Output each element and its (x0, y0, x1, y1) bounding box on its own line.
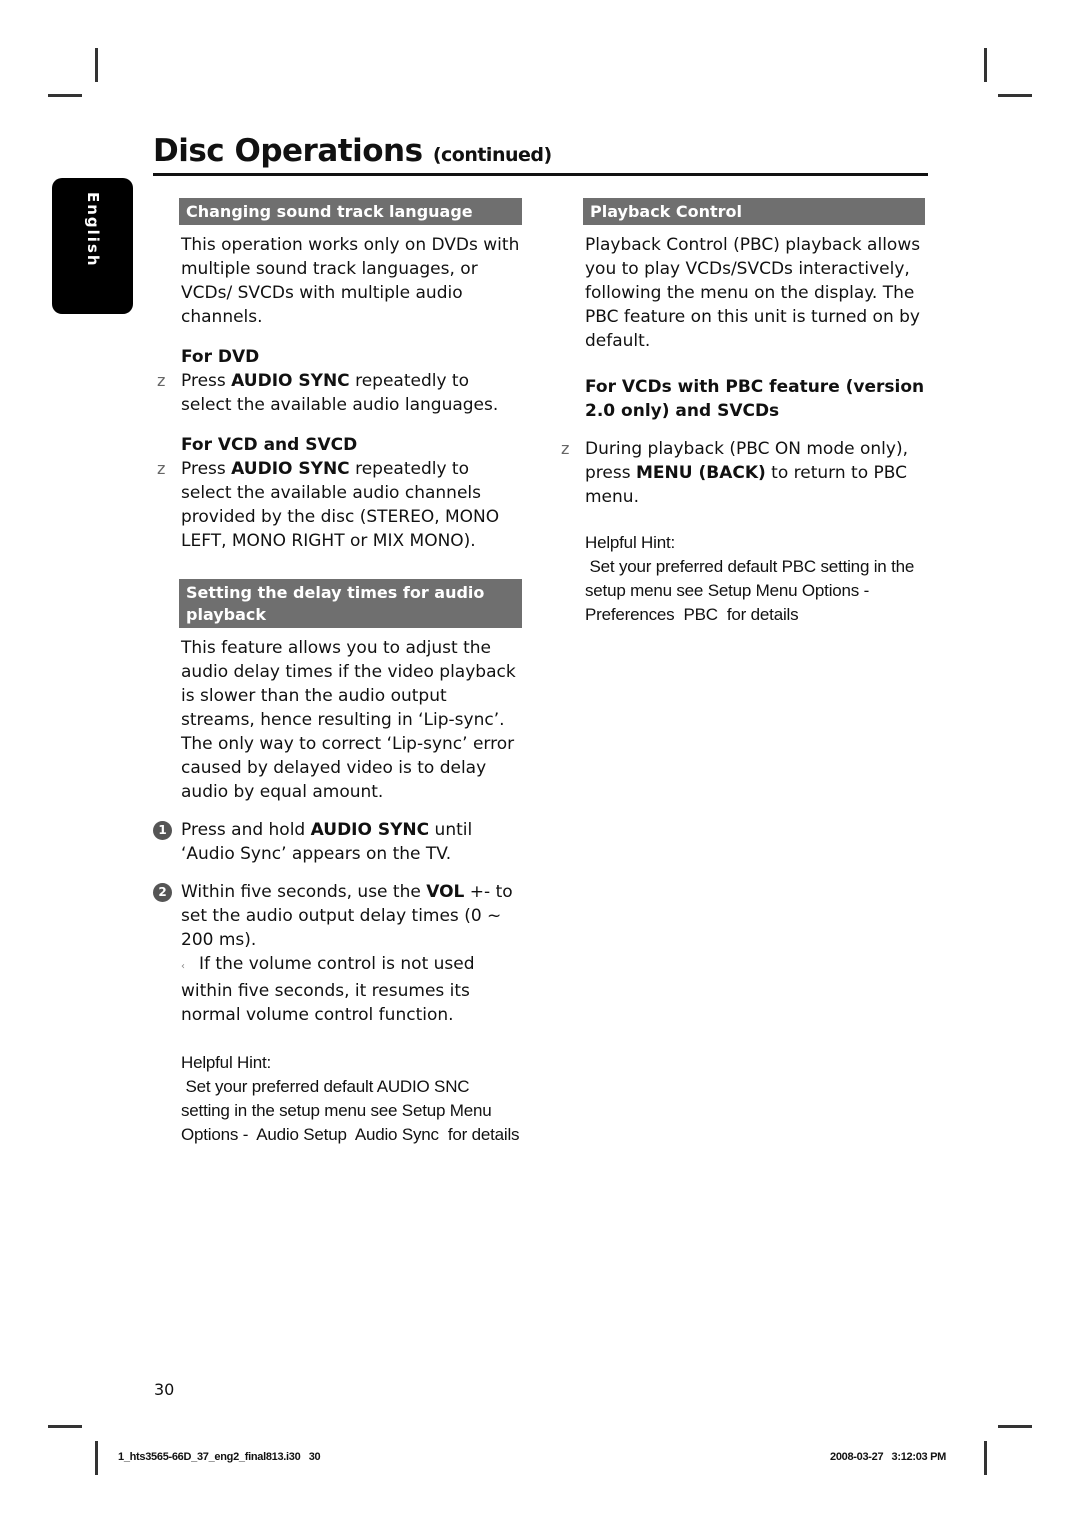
text: Press (181, 371, 232, 391)
language-tab: English (52, 178, 133, 314)
page-number: 30 (154, 1380, 175, 1399)
title-text: Disc Operations (153, 133, 423, 169)
left-column: Changing sound track language This opera… (153, 198, 522, 1147)
note: ‹ If the volume control is not used withi… (181, 952, 522, 1027)
section-heading: Setting the delay times for audio playba… (179, 579, 522, 628)
bullet-marker: z (561, 439, 570, 458)
page-title: Disc Operations (continued) (153, 133, 552, 169)
crop-mark (984, 48, 987, 82)
step-number-icon: 2 (153, 883, 172, 902)
language-tab-label: English (84, 192, 102, 268)
crop-mark (998, 1425, 1032, 1428)
hint-label: Helpful Hint: (585, 533, 675, 552)
page-header: Disc Operations (continued) (153, 133, 928, 176)
right-column: Playback Control Playback Control (PBC) … (561, 198, 925, 627)
crop-mark (998, 94, 1032, 97)
step-number-icon: 1 (153, 821, 172, 840)
crop-mark (95, 48, 98, 82)
step-item: 2 Within five seconds, use the VOL +- to… (153, 880, 522, 952)
hint-label: Helpful Hint: (181, 1053, 271, 1072)
bullet-item: z Press AUDIO SYNC repeatedly to select … (157, 457, 522, 553)
section-intro: This feature allows you to adjust the au… (181, 638, 516, 802)
crop-mark (95, 1441, 98, 1475)
subheading-for-dvd: For DVD (181, 347, 260, 367)
section-heading: Changing sound track language (179, 198, 522, 225)
note-marker: ‹ (181, 961, 185, 972)
file-info: 1_hts3565-66D_37_eng2_final813.i30 30 (118, 1451, 321, 1463)
bullet-marker: z (157, 371, 166, 390)
section-heading: Playback Control (583, 198, 925, 225)
print-timestamp: 2008-03-27 3:12:03 PM (830, 1451, 947, 1463)
hint-text: Set your preferred default PBC setting i… (585, 557, 919, 624)
key-name: AUDIO SYNC (231, 459, 350, 479)
key-name: AUDIO SYNC (310, 820, 430, 840)
section-intro: Playback Control (PBC) playback allows y… (585, 235, 921, 351)
key-name: AUDIO SYNC (231, 371, 350, 391)
title-suffix: (continued) (432, 144, 552, 166)
bullet-marker: z (157, 459, 166, 478)
key-name: MENU (BACK) (635, 463, 766, 483)
text: Press and hold (181, 820, 311, 840)
crop-mark (48, 94, 82, 97)
note-text: If the volume control is not used within… (181, 954, 475, 1025)
key-name: VOL (426, 882, 465, 902)
helpful-hint: Helpful Hint: Set your preferred default… (585, 531, 925, 627)
subheading-pbc: For VCDs with PBC feature (version 2.0 o… (585, 377, 925, 421)
crop-mark (984, 1441, 987, 1475)
bullet-item: z Press AUDIO SYNC repeatedly to select … (157, 369, 522, 417)
hint-text: Set your preferred default AUDIO SNC set… (181, 1077, 520, 1144)
bullet-item: z During playback (PBC ON mode only), pr… (561, 437, 925, 509)
step-item: 1 Press and hold AUDIO SYNC until ‘Audio… (153, 818, 522, 866)
section-intro: This operation works only on DVDs with m… (181, 235, 520, 327)
crop-mark (48, 1425, 82, 1428)
helpful-hint: Helpful Hint: Set your preferred default… (181, 1051, 522, 1147)
subheading-for-vcd: For VCD and SVCD (181, 435, 358, 455)
text: Within five seconds, use the (181, 882, 427, 902)
text: Press (181, 459, 232, 479)
